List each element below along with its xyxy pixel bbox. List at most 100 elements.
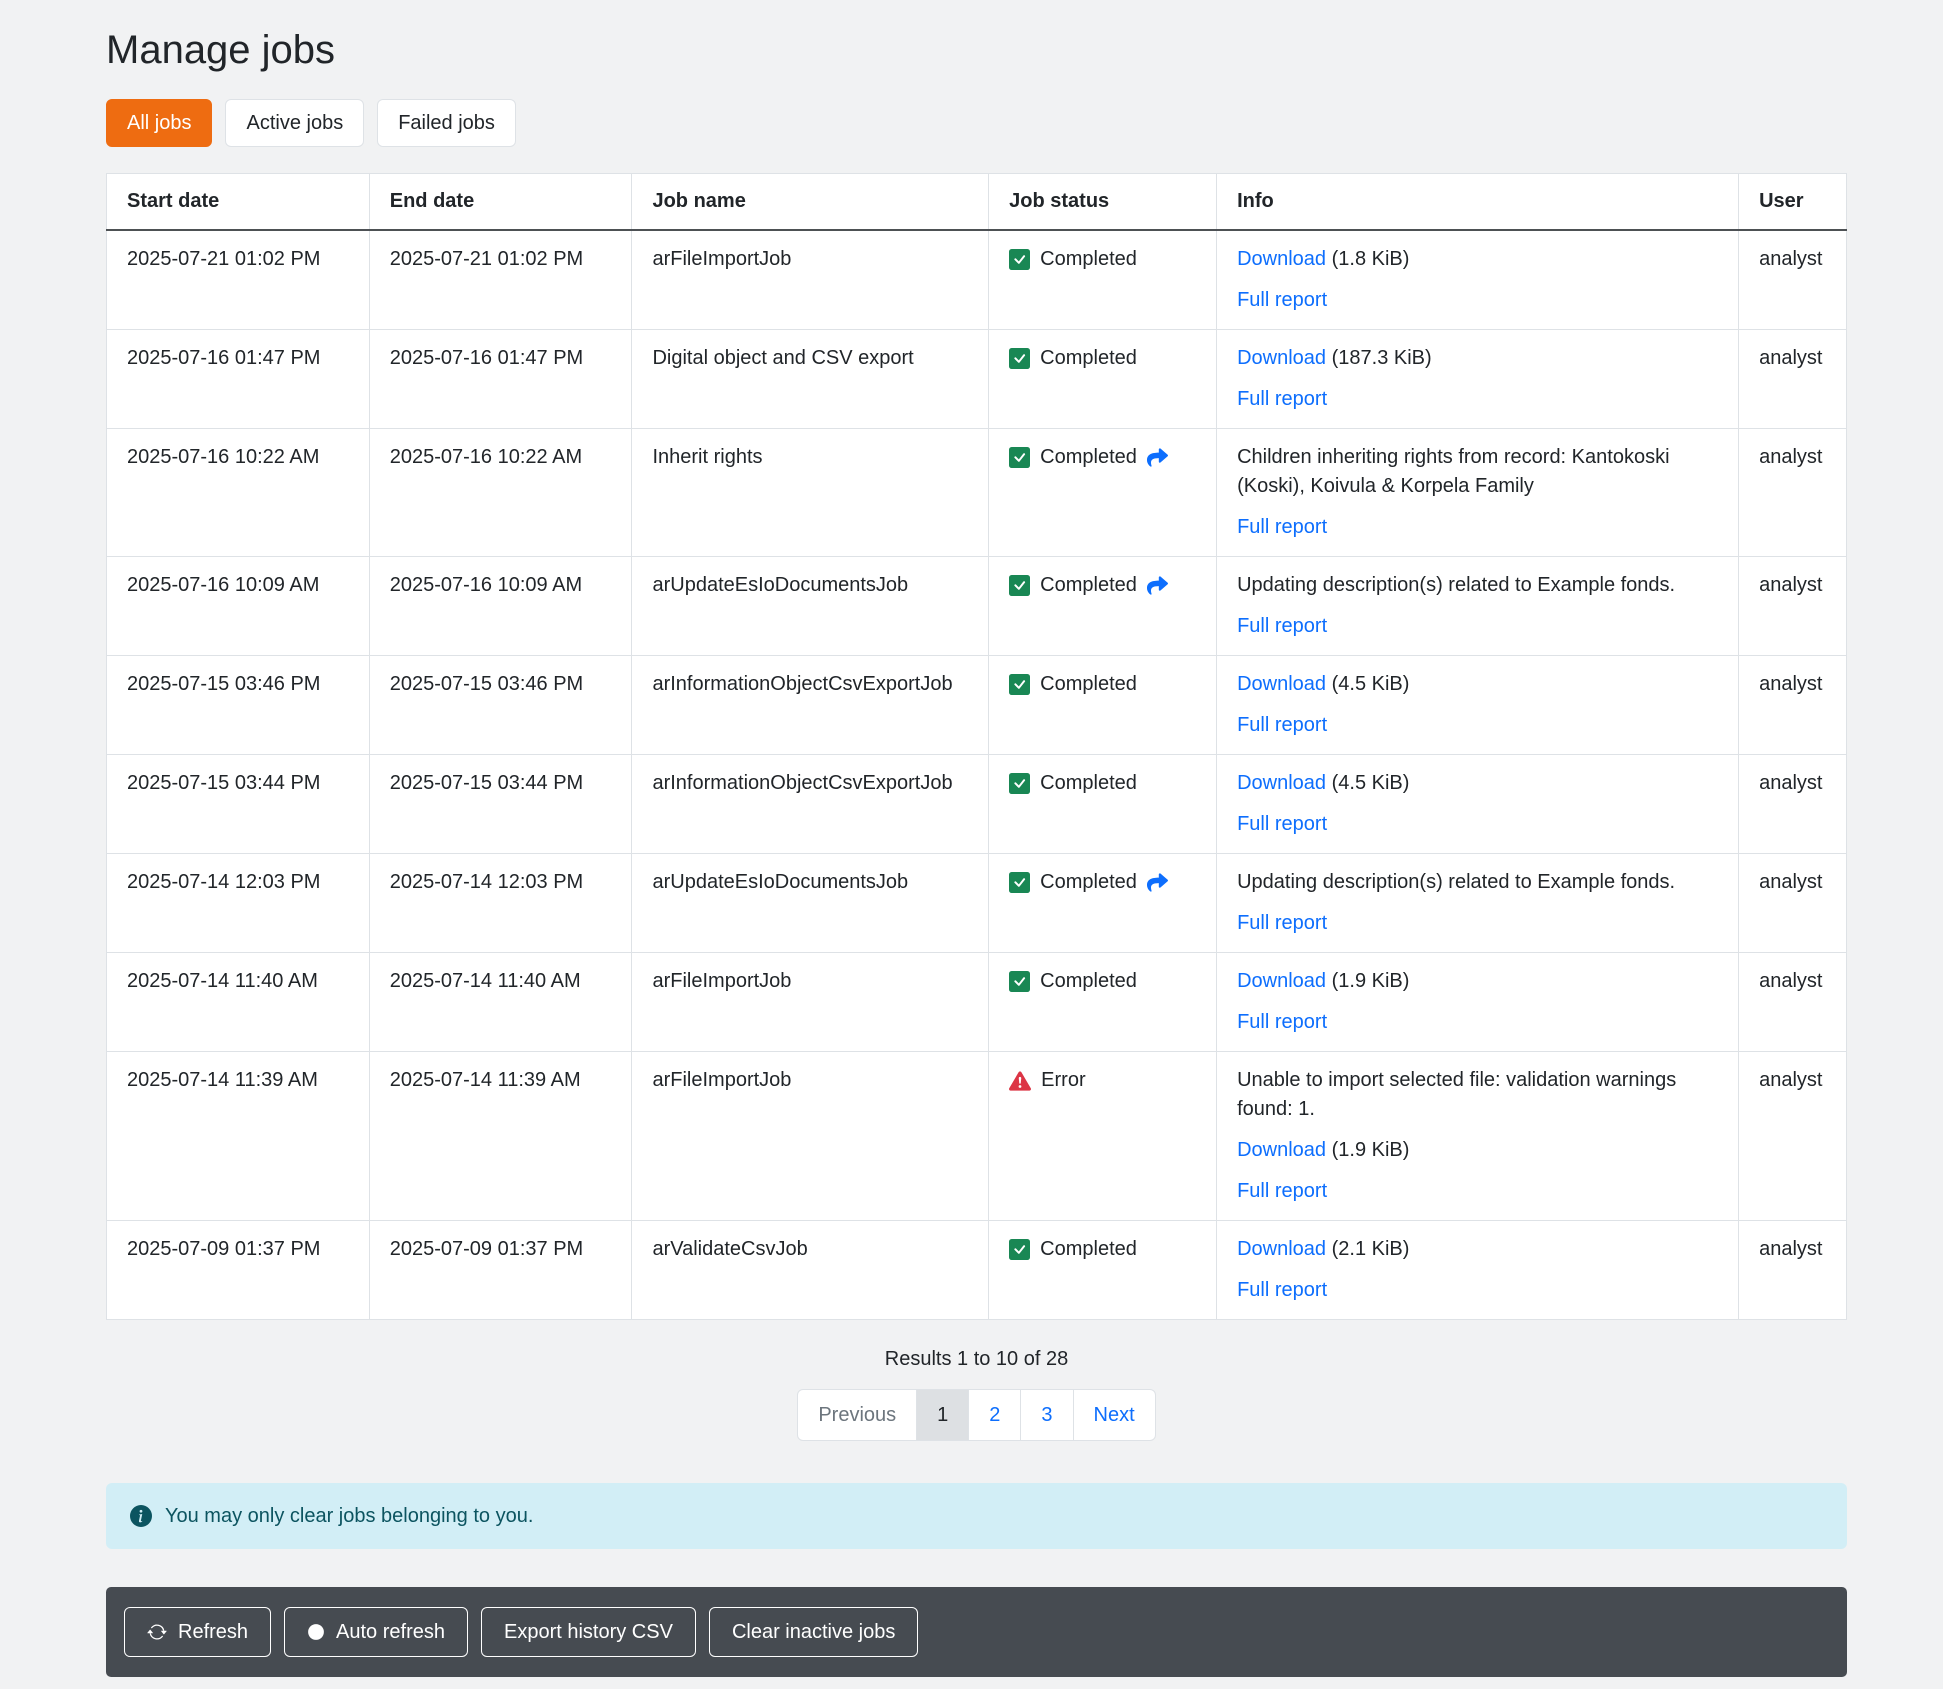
pagination-page-1[interactable]: 1: [916, 1389, 969, 1441]
end-date: 2025-07-15 03:46 PM: [390, 673, 583, 695]
clear-inactive-jobs-label: Clear inactive jobs: [732, 1620, 895, 1644]
job-name: arFileImportJob: [652, 970, 791, 992]
refresh-button[interactable]: Refresh: [124, 1607, 271, 1657]
download-link[interactable]: Download: [1237, 1238, 1326, 1260]
job-name-cell: arValidateCsvJob: [632, 1221, 989, 1320]
shared-icon: [1147, 575, 1168, 596]
col-job-name: Job name: [632, 174, 989, 231]
info-cell: Updating description(s) related to Examp…: [1217, 854, 1739, 953]
info-download-line: Download (4.5 KiB): [1237, 769, 1718, 798]
completed-icon: [1009, 1239, 1030, 1260]
info-text: Updating description(s) related to Examp…: [1237, 571, 1718, 600]
full-report-link[interactable]: Full report: [1237, 1180, 1327, 1202]
status-label: Completed: [1040, 1235, 1137, 1264]
download-link[interactable]: Download: [1237, 673, 1326, 695]
full-report-link[interactable]: Full report: [1237, 388, 1327, 410]
info-report-line: Full report: [1237, 1008, 1718, 1037]
col-end-date: End date: [369, 174, 632, 231]
job-status-cell: Completed: [989, 330, 1217, 429]
info-download-line: Download (2.1 KiB): [1237, 1235, 1718, 1264]
full-report-link[interactable]: Full report: [1237, 813, 1327, 835]
job-status-cell: Completed: [989, 755, 1217, 854]
job-name-cell: arUpdateEsIoDocumentsJob: [632, 854, 989, 953]
full-report-link[interactable]: Full report: [1237, 289, 1327, 311]
start-date-cell: 2025-07-15 03:46 PM: [107, 656, 370, 755]
export-history-csv-button[interactable]: Export history CSV: [481, 1607, 696, 1657]
start-date: 2025-07-16 10:09 AM: [127, 574, 319, 596]
info-text: Updating description(s) related to Examp…: [1237, 868, 1718, 897]
completed-icon: [1009, 971, 1030, 992]
end-date-cell: 2025-07-21 01:02 PM: [369, 230, 632, 330]
user: analyst: [1759, 574, 1822, 596]
info-report-line: Full report: [1237, 810, 1718, 839]
tab-failed-jobs[interactable]: Failed jobs: [377, 99, 516, 147]
job-name: arFileImportJob: [652, 1069, 791, 1091]
full-report-link[interactable]: Full report: [1237, 615, 1327, 637]
end-date: 2025-07-21 01:02 PM: [390, 248, 583, 270]
end-date-cell: 2025-07-16 01:47 PM: [369, 330, 632, 429]
download-link[interactable]: Download: [1237, 347, 1326, 369]
job-name: arUpdateEsIoDocumentsJob: [652, 871, 908, 893]
info-download-line: Download (1.9 KiB): [1237, 967, 1718, 996]
download-link[interactable]: Download: [1237, 772, 1326, 794]
start-date: 2025-07-14 12:03 PM: [127, 871, 320, 893]
tab-all-jobs[interactable]: All jobs: [106, 99, 212, 147]
info-alert-text: You may only clear jobs belonging to you…: [165, 1503, 533, 1529]
refresh-icon: [147, 1622, 167, 1642]
completed-icon: [1009, 348, 1030, 369]
info-download-line: Download (1.9 KiB): [1237, 1136, 1718, 1165]
download-size: (1.9 KiB): [1332, 1139, 1410, 1161]
job-status-cell: Completed: [989, 1221, 1217, 1320]
auto-refresh-dot-icon: [307, 1623, 325, 1641]
end-date: 2025-07-16 01:47 PM: [390, 347, 583, 369]
job-status-cell: Completed: [989, 230, 1217, 330]
pagination-next[interactable]: Next: [1073, 1389, 1156, 1441]
download-link[interactable]: Download: [1237, 1139, 1326, 1161]
job-name-cell: Digital object and CSV export: [632, 330, 989, 429]
full-report-link[interactable]: Full report: [1237, 1279, 1327, 1301]
clear-inactive-jobs-button[interactable]: Clear inactive jobs: [709, 1607, 918, 1657]
full-report-link[interactable]: Full report: [1237, 714, 1327, 736]
pagination-previous[interactable]: Previous: [797, 1389, 917, 1441]
export-history-csv-label: Export history CSV: [504, 1620, 673, 1644]
end-date-cell: 2025-07-14 11:40 AM: [369, 953, 632, 1052]
completed-icon: [1009, 872, 1030, 893]
job-status-cell: Completed: [989, 429, 1217, 557]
user-cell: analyst: [1739, 953, 1847, 1052]
info-alert: You may only clear jobs belonging to you…: [106, 1483, 1847, 1549]
auto-refresh-label: Auto refresh: [336, 1620, 445, 1644]
info-report-line: Full report: [1237, 385, 1718, 414]
start-date-cell: 2025-07-09 01:37 PM: [107, 1221, 370, 1320]
info-report-line: Full report: [1237, 513, 1718, 542]
user: analyst: [1759, 446, 1822, 468]
job-status-cell: Completed: [989, 953, 1217, 1052]
info-cell: Download (1.8 KiB) Full report: [1217, 230, 1739, 330]
start-date-cell: 2025-07-21 01:02 PM: [107, 230, 370, 330]
start-date-cell: 2025-07-14 12:03 PM: [107, 854, 370, 953]
download-size: (2.1 KiB): [1332, 1238, 1410, 1260]
job-name-cell: arFileImportJob: [632, 230, 989, 330]
info-report-line: Full report: [1237, 711, 1718, 740]
full-report-link[interactable]: Full report: [1237, 1011, 1327, 1033]
tab-active-jobs[interactable]: Active jobs: [225, 99, 364, 147]
info-icon: [130, 1505, 152, 1527]
auto-refresh-button[interactable]: Auto refresh: [284, 1607, 468, 1657]
info-report-line: Full report: [1237, 612, 1718, 641]
pagination-page-2[interactable]: 2: [968, 1389, 1021, 1441]
download-link[interactable]: Download: [1237, 248, 1326, 270]
user-cell: analyst: [1739, 656, 1847, 755]
start-date: 2025-07-15 03:44 PM: [127, 772, 320, 794]
full-report-link[interactable]: Full report: [1237, 912, 1327, 934]
start-date: 2025-07-14 11:40 AM: [127, 970, 318, 992]
user: analyst: [1759, 1069, 1822, 1091]
job-status-cell: Completed: [989, 854, 1217, 953]
end-date-cell: 2025-07-16 10:22 AM: [369, 429, 632, 557]
col-start-date: Start date: [107, 174, 370, 231]
full-report-link[interactable]: Full report: [1237, 516, 1327, 538]
end-date: 2025-07-09 01:37 PM: [390, 1238, 583, 1260]
download-link[interactable]: Download: [1237, 970, 1326, 992]
user-cell: analyst: [1739, 429, 1847, 557]
pagination-page-3[interactable]: 3: [1020, 1389, 1073, 1441]
completed-icon: [1009, 575, 1030, 596]
job-name-cell: Inherit rights: [632, 429, 989, 557]
